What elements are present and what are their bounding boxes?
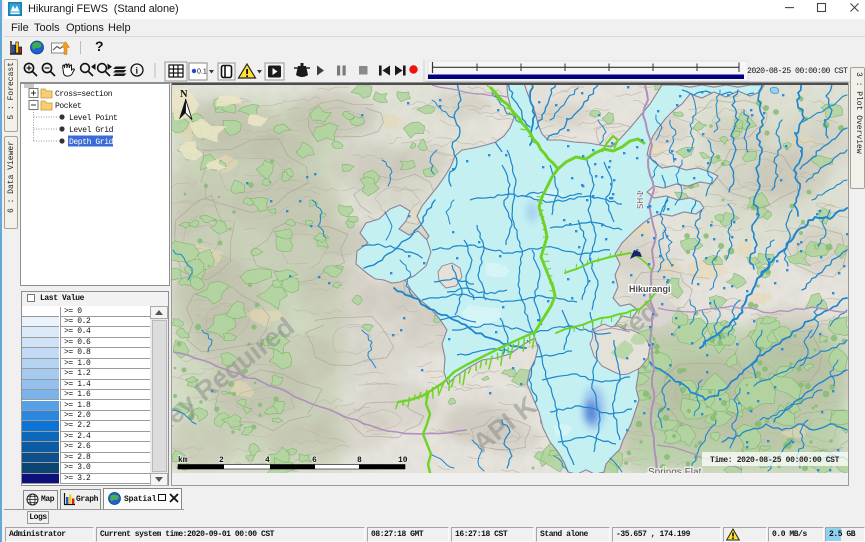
svg-text:N: N <box>180 89 188 100</box>
svg-text:2020-08-25 00:00:00 CST: 2020-08-25 00:00:00 CST <box>747 67 848 76</box>
svg-text:4: 4 <box>265 456 270 465</box>
svg-text:Level Grid: Level Grid <box>69 126 114 135</box>
svg-text:Hikurangi: Hikurangi <box>629 284 671 294</box>
svg-text:2: 2 <box>219 456 224 465</box>
svg-text:i: i <box>136 66 139 76</box>
svg-text:SH 1: SH 1 <box>636 191 645 209</box>
svg-text:Level Point: Level Point <box>69 114 117 123</box>
svg-text:Springs Flat: Springs Flat <box>648 467 702 473</box>
svg-text:Depth Grid: Depth Grid <box>69 138 114 147</box>
svg-text:Cross=section: Cross=section <box>55 90 113 99</box>
svg-text:0.1: 0.1 <box>197 69 207 76</box>
svg-text:Pocket: Pocket <box>55 102 81 111</box>
svg-text:Time: 2020-08-25 00:00:00 CST: Time: 2020-08-25 00:00:00 CST <box>710 456 840 465</box>
svg-text:10: 10 <box>398 456 408 465</box>
svg-text:8: 8 <box>357 456 362 465</box>
svg-text:km: km <box>178 456 188 465</box>
svg-text:6: 6 <box>312 456 317 465</box>
